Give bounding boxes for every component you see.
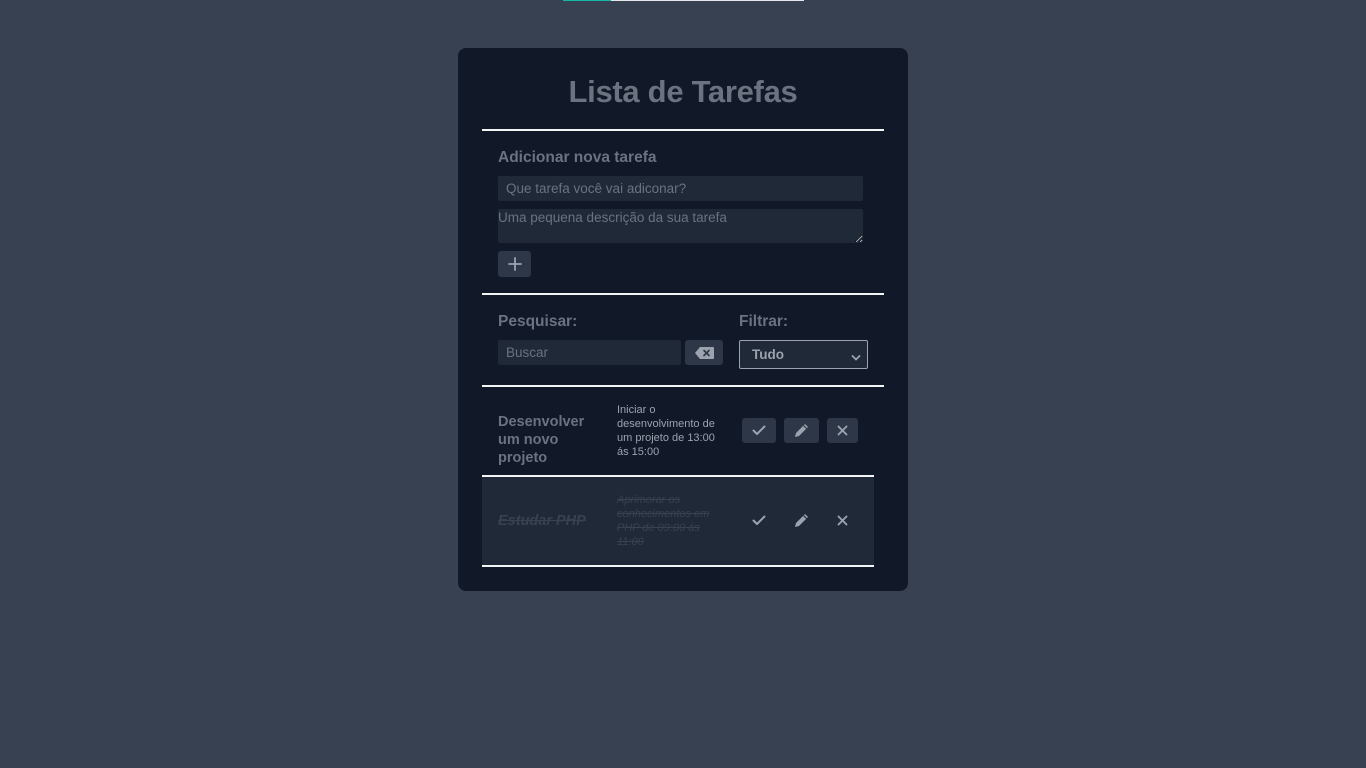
task-title-input[interactable]	[498, 176, 863, 201]
add-task-button[interactable]	[498, 251, 531, 277]
clear-search-button[interactable]	[685, 340, 723, 365]
pencil-icon	[793, 512, 810, 529]
filter-select[interactable]: Tudo	[739, 340, 868, 369]
todo-description: Iniciar o desenvolvimento de um projeto …	[617, 404, 715, 458]
remove-task-button[interactable]	[827, 508, 858, 533]
todo-title: Desenvolver um novo projeto	[498, 414, 585, 466]
filter-selected-value: Tudo	[752, 347, 784, 362]
remove-task-button[interactable]	[827, 418, 858, 443]
pencil-icon	[793, 422, 810, 439]
divider	[482, 385, 884, 387]
edit-task-button[interactable]	[784, 508, 819, 533]
progress-bar-fill	[563, 0, 612, 1]
check-icon	[752, 515, 766, 526]
progress-bar	[563, 0, 804, 1]
chevron-down-icon	[851, 350, 861, 365]
todo-title: Estudar PHP	[498, 513, 586, 529]
finish-task-button[interactable]	[742, 418, 776, 443]
divider	[482, 565, 874, 567]
search-label: Pesquisar:	[498, 313, 578, 330]
todo-description: Aprimorar os conhecimentos em PHP de 09:…	[617, 494, 710, 548]
backspace-icon	[694, 346, 714, 359]
close-icon	[837, 515, 848, 526]
page-title: Lista de Tarefas	[568, 74, 798, 109]
edit-task-button[interactable]	[784, 418, 819, 443]
divider	[482, 293, 884, 295]
plus-icon	[507, 257, 522, 271]
divider	[482, 129, 884, 131]
add-task-heading: Adicionar nova tarefa	[498, 149, 657, 166]
check-icon	[752, 425, 766, 436]
search-input[interactable]	[498, 340, 681, 365]
close-icon	[837, 425, 848, 436]
task-description-input[interactable]	[498, 209, 863, 243]
finish-task-button[interactable]	[742, 508, 776, 533]
filter-label: Filtrar:	[739, 313, 789, 330]
